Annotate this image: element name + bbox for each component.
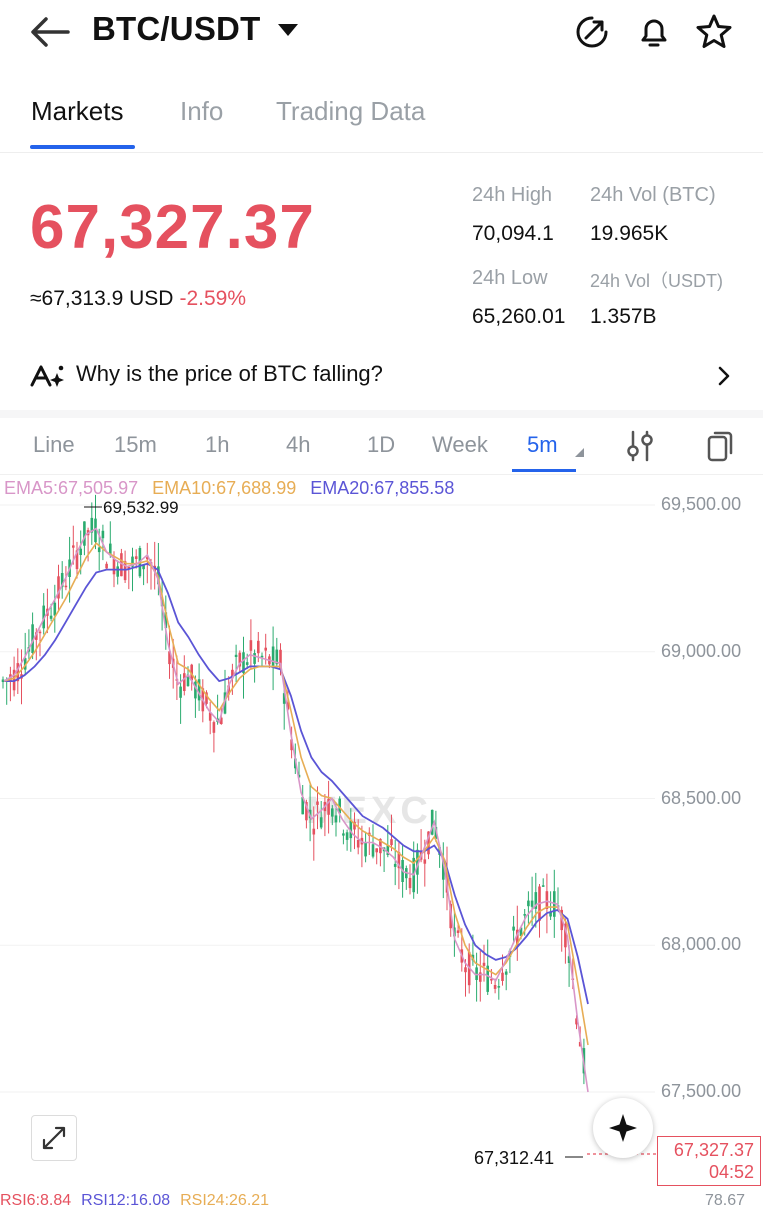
candle-body [212,722,216,733]
ema5-line [3,527,589,1093]
expand-icon [42,1126,66,1150]
candle-body [109,543,112,554]
candle-body [493,985,497,989]
candle-body [183,673,186,691]
candle-body [134,556,138,559]
candle-body [464,967,467,973]
candle-body [245,662,249,665]
candle-body [257,640,260,654]
candle-body [423,859,427,864]
candle-body [334,815,338,823]
candle-body [504,971,508,975]
candle-body [38,631,42,634]
rsi-legend: RSI6:8.84 RSI12:16.08 RSI24:26.21 [0,1192,269,1210]
sparkle-icon [609,1114,637,1142]
candle-body [316,801,319,805]
candle-body [393,863,397,867]
candle-body [390,839,393,846]
candle-body [482,962,486,966]
fullscreen-button[interactable] [31,1115,77,1161]
candlestick-chart[interactable]: MEXC 69,532.99 [0,0,763,1200]
candle-body [375,848,378,853]
candle-body [116,566,119,577]
quick-action-button[interactable] [593,1098,653,1158]
candle-body [253,653,256,664]
max-price-label: 69,532.99 [103,498,179,517]
candle-body [249,640,253,651]
candle-body [312,828,316,835]
candle-body [264,647,267,651]
candle-body [527,900,530,907]
rsi-axis-label: 78.67 [705,1192,746,1209]
candle-body [497,986,501,988]
candle-body [523,914,526,916]
candle-body [72,545,75,548]
candle-body [342,833,345,836]
candle-body [475,967,478,980]
candle-body [271,646,275,666]
rsi6-value: RSI6:8.84 [0,1192,72,1209]
candle-body [356,840,360,848]
ema20-line [4,562,589,1005]
min-price-label: 67,312.41 [474,1148,555,1168]
candle-body [83,521,86,546]
rsi24-value: RSI24:26.21 [180,1192,270,1209]
candle-body [408,877,412,889]
candle-body [101,530,105,539]
candle-body [530,900,534,907]
last-price-tag-value: 67,327.37 [673,1140,754,1160]
candle-body [53,602,57,616]
last-price-tag: 67,327.37 04:52 [657,1136,761,1186]
candle-body [512,926,515,931]
candle-body [364,842,367,857]
candle-body [49,615,53,619]
rsi12-value: RSI12:16.08 [81,1192,171,1209]
candle-body [371,844,375,857]
candle-body [541,885,545,887]
candle-body [105,563,108,569]
candle-body [234,654,238,657]
candle-body [79,548,82,555]
candle-body [97,547,101,553]
candle-countdown: 04:52 [708,1162,754,1182]
candle-body [501,972,504,981]
candle-body [331,808,334,817]
candle-body [319,817,323,828]
candle-body [345,832,349,840]
candle-body [112,558,116,575]
candle-body [456,930,460,933]
candle-body [179,686,182,698]
candle-body [64,585,68,588]
